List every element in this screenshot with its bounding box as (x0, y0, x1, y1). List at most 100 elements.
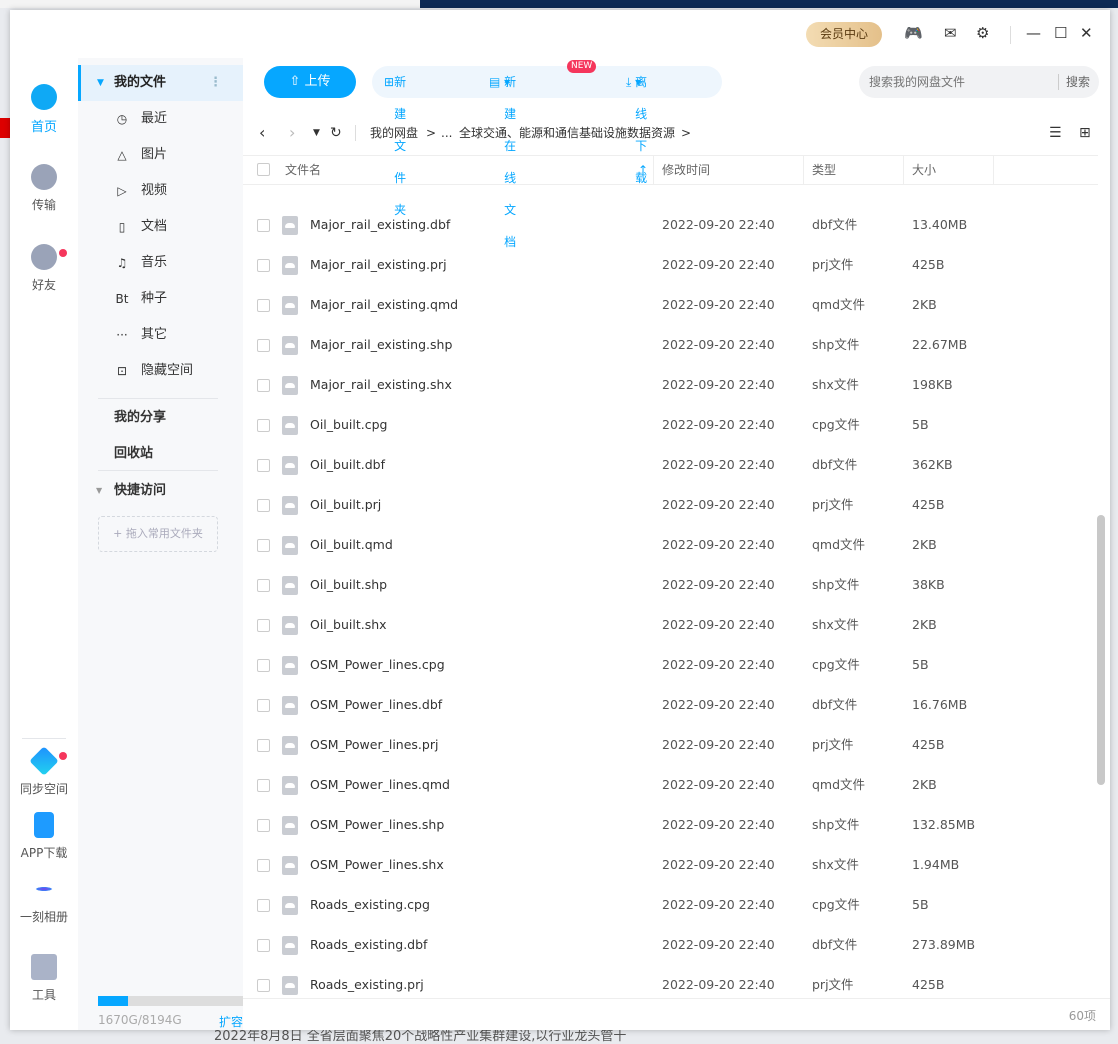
drag-folder-hint[interactable]: + 拖入常用文件夹 (98, 516, 218, 552)
rail-album[interactable]: 一刻相册 (10, 876, 78, 925)
sidebar-item[interactable]: ▯ 文档 (78, 209, 243, 245)
new-doc-button[interactable]: ▤ 新建在线文档 ▾ (489, 66, 516, 249)
row-checkbox[interactable] (257, 939, 270, 952)
rail-sync[interactable]: 同步空间 (10, 746, 78, 797)
file-name[interactable]: OSM_Power_lines.qmd (310, 765, 450, 805)
file-name[interactable]: OSM_Power_lines.shx (310, 845, 444, 885)
upload-button[interactable]: ⇧ 上传 (264, 66, 356, 98)
table-row[interactable]: Oil_built.shp 2022-09-20 22:40 shp文件 38K… (243, 565, 1098, 605)
sidebar-item[interactable]: Bt 种子 (78, 281, 243, 317)
refresh-icon[interactable]: ↻ (330, 116, 342, 150)
file-name[interactable]: OSM_Power_lines.dbf (310, 685, 442, 725)
row-checkbox[interactable] (257, 819, 270, 832)
sidebar-item[interactable]: ◷ 最近 (78, 101, 243, 137)
row-checkbox[interactable] (257, 979, 270, 992)
grid-view-icon[interactable]: ⊞ (1079, 116, 1091, 150)
game-icon[interactable]: 🎮 (904, 24, 923, 42)
offline-download-button[interactable]: ⤓ 离线下载 ▾ (626, 66, 647, 185)
expand-link[interactable]: 扩容 (219, 1013, 243, 1030)
row-checkbox[interactable] (257, 379, 270, 392)
scrollbar[interactable] (1097, 190, 1105, 980)
file-name[interactable]: Roads_existing.cpg (310, 885, 430, 925)
file-name[interactable]: Roads_existing.dbf (310, 925, 427, 965)
row-checkbox[interactable] (257, 339, 270, 352)
sidebar-item[interactable]: ⊡ 隐藏空间 (78, 353, 243, 389)
file-name[interactable]: Oil_built.shp (310, 565, 387, 605)
row-checkbox[interactable] (257, 499, 270, 512)
table-row[interactable]: Roads_existing.cpg 2022-09-20 22:40 cpg文… (243, 885, 1098, 925)
table-row[interactable]: OSM_Power_lines.qmd 2022-09-20 22:40 qmd… (243, 765, 1098, 805)
file-name[interactable]: Major_rail_existing.qmd (310, 285, 458, 325)
header-size[interactable]: 大小 (904, 156, 994, 184)
file-name[interactable]: Oil_built.cpg (310, 405, 387, 445)
row-checkbox[interactable] (257, 739, 270, 752)
rail-home[interactable]: 首页 (10, 84, 78, 135)
table-row[interactable]: Oil_built.qmd 2022-09-20 22:40 qmd文件 2KB (243, 525, 1098, 565)
row-checkbox[interactable] (257, 779, 270, 792)
table-row[interactable]: Major_rail_existing.dbf 2022-09-20 22:40… (243, 205, 1098, 245)
row-checkbox[interactable] (257, 619, 270, 632)
scrollbar-thumb[interactable] (1097, 515, 1105, 785)
rail-app-download[interactable]: APP下载 (10, 812, 78, 861)
table-row[interactable]: Oil_built.shx 2022-09-20 22:40 shx文件 2KB (243, 605, 1098, 645)
row-checkbox[interactable] (257, 539, 270, 552)
file-name[interactable]: Oil_built.qmd (310, 525, 393, 565)
table-row[interactable]: OSM_Power_lines.shx 2022-09-20 22:40 shx… (243, 845, 1098, 885)
row-checkbox[interactable] (257, 579, 270, 592)
file-name[interactable]: OSM_Power_lines.shp (310, 805, 444, 845)
header-name[interactable]: 文件名 ↑ (243, 156, 654, 184)
breadcrumb-current[interactable]: 全球交通、能源和通信基础设施数据资源 (459, 116, 675, 150)
table-row[interactable]: Major_rail_existing.shp 2022-09-20 22:40… (243, 325, 1098, 365)
sort-icon[interactable]: ☰ (1049, 116, 1062, 150)
row-checkbox[interactable] (257, 859, 270, 872)
new-folder-button[interactable]: ⊞ 新建文件夹 (384, 66, 406, 217)
forward-icon[interactable]: › (289, 116, 295, 150)
table-row[interactable]: Oil_built.prj 2022-09-20 22:40 prj文件 425… (243, 485, 1098, 525)
history-dropdown-icon[interactable]: ▼ (313, 116, 320, 150)
row-checkbox[interactable] (257, 659, 270, 672)
file-name[interactable]: Major_rail_existing.prj (310, 245, 447, 285)
table-row[interactable]: OSM_Power_lines.cpg 2022-09-20 22:40 cpg… (243, 645, 1098, 685)
table-row[interactable]: Major_rail_existing.shx 2022-09-20 22:40… (243, 365, 1098, 405)
row-checkbox[interactable] (257, 459, 270, 472)
row-checkbox[interactable] (257, 419, 270, 432)
sidebar-my-share[interactable]: 我的分享 (78, 400, 243, 436)
search-input[interactable] (869, 72, 1049, 92)
rail-transfer[interactable]: 传输 (10, 164, 78, 213)
row-checkbox[interactable] (257, 219, 270, 232)
breadcrumb-ellipsis[interactable]: ... (441, 116, 452, 150)
maximize-icon[interactable]: ☐ (1054, 24, 1067, 42)
back-icon[interactable]: ‹ (259, 116, 265, 150)
row-checkbox[interactable] (257, 899, 270, 912)
row-checkbox[interactable] (257, 259, 270, 272)
sidebar-quick-access[interactable]: ▼ 快捷访问 (78, 473, 243, 509)
minimize-icon[interactable]: — (1026, 24, 1041, 42)
sidebar-recycle[interactable]: 回收站 (78, 436, 243, 472)
search-button[interactable]: 搜索 (1066, 66, 1090, 98)
file-name[interactable]: Major_rail_existing.shp (310, 325, 452, 365)
sidebar-item[interactable]: ··· 其它 (78, 317, 243, 353)
gear-icon[interactable]: ⚙ (976, 24, 989, 42)
rail-friends[interactable]: 好友 (10, 244, 78, 293)
rail-tools[interactable]: 工具 (10, 954, 78, 1003)
row-checkbox[interactable] (257, 699, 270, 712)
table-row[interactable]: Roads_existing.dbf 2022-09-20 22:40 dbf文… (243, 925, 1098, 965)
file-name[interactable]: OSM_Power_lines.prj (310, 725, 438, 765)
file-name[interactable]: Oil_built.prj (310, 485, 381, 525)
table-row[interactable]: Major_rail_existing.qmd 2022-09-20 22:40… (243, 285, 1098, 325)
table-row[interactable]: OSM_Power_lines.shp 2022-09-20 22:40 shp… (243, 805, 1098, 845)
sidebar-item[interactable]: ▷ 视频 (78, 173, 243, 209)
table-row[interactable]: OSM_Power_lines.dbf 2022-09-20 22:40 dbf… (243, 685, 1098, 725)
header-type[interactable]: 类型 (804, 156, 904, 184)
table-row[interactable]: OSM_Power_lines.prj 2022-09-20 22:40 prj… (243, 725, 1098, 765)
row-checkbox[interactable] (257, 299, 270, 312)
sidebar-my-files[interactable]: ▼ 我的文件 ⋮ (78, 65, 243, 101)
table-row[interactable]: Oil_built.cpg 2022-09-20 22:40 cpg文件 5B (243, 405, 1098, 445)
header-time[interactable]: 修改时间 (654, 156, 804, 184)
more-vertical-icon[interactable]: ⋮ (209, 65, 222, 101)
sidebar-item[interactable]: ♫ 音乐 (78, 245, 243, 281)
table-row[interactable]: Major_rail_existing.prj 2022-09-20 22:40… (243, 245, 1098, 285)
vip-center-button[interactable]: 会员中心 (806, 22, 882, 47)
file-name[interactable]: Major_rail_existing.shx (310, 365, 452, 405)
file-name[interactable]: OSM_Power_lines.cpg (310, 645, 445, 685)
